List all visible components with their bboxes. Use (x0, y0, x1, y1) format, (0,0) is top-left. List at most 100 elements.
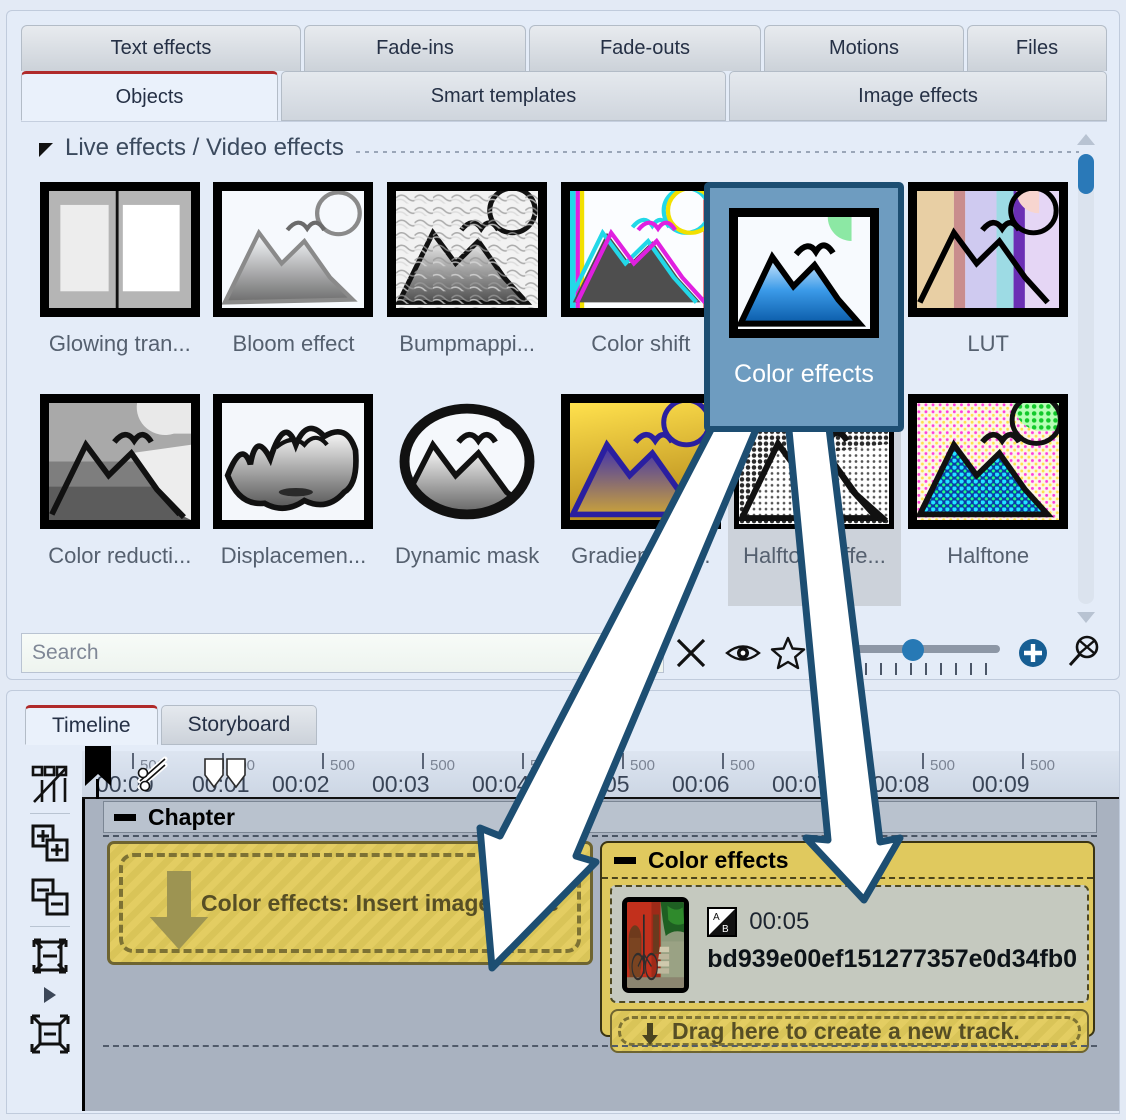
minus-icon[interactable] (114, 813, 136, 821)
tab-fade-ins[interactable]: Fade-ins (304, 25, 526, 71)
effect-thumbnail (560, 394, 721, 529)
timeline-panel: Timeline Storyboard 500 500 500 500 500 … (6, 690, 1120, 1114)
tab-motions[interactable]: Motions (764, 25, 964, 71)
effect-thumbnail (213, 394, 374, 529)
toolbar-divider (30, 926, 70, 927)
app-window: Text effects Fade-ins Fade-outs Motions … (0, 0, 1126, 1120)
ruler-label: 00:04 (472, 771, 530, 797)
effects-panel: Text effects Fade-ins Fade-outs Motions … (6, 10, 1120, 680)
expand-caret-icon[interactable] (44, 987, 56, 1003)
header-divider-dots (355, 151, 1079, 153)
fit-height-icon[interactable] (24, 929, 76, 983)
insert-images-dropzone[interactable]: Color effects: Insert images here (107, 841, 593, 965)
effect-track-title: Color effects (648, 846, 789, 873)
scroll-up-icon[interactable] (1077, 134, 1095, 145)
scroll-down-icon[interactable] (1077, 612, 1095, 623)
down-arrow-icon (146, 868, 212, 957)
effect-tile-lut[interactable]: LUT (901, 182, 1075, 394)
effect-tile-gradient-map[interactable]: Gradient Ma... (554, 394, 728, 606)
tab-objects[interactable]: Objects (21, 71, 278, 121)
section-header[interactable]: Live effects / Video effects (39, 134, 1079, 162)
ruler-subtick-label: 500 (430, 757, 456, 774)
ruler-subtick-label: 500 (1030, 757, 1056, 774)
triangle-collapse-icon[interactable] (39, 143, 53, 157)
timeline-tab-bar: Timeline Storyboard (25, 705, 318, 745)
tab-fade-outs[interactable]: Fade-outs (529, 25, 761, 71)
toolbar-divider (30, 813, 70, 814)
tab-files[interactable]: Files (967, 25, 1107, 71)
effect-tile-color-effects[interactable]: Color effects (728, 182, 902, 394)
effect-track-header[interactable]: Color effects (602, 843, 1093, 879)
tab-image-effects[interactable]: Image effects (729, 71, 1107, 121)
scrollbar-track[interactable] (1078, 154, 1094, 604)
effect-tile-dynamic-mask[interactable]: Dynamic mask (380, 394, 554, 606)
chapter-label: Chapter (148, 803, 235, 830)
effect-thumbnail (387, 182, 548, 317)
zoom-slider[interactable] (850, 633, 1002, 675)
plus-circle-icon[interactable] (1012, 633, 1054, 673)
tab-storyboard[interactable]: Storyboard (160, 705, 318, 745)
clip-metadata: A B 00:05 bd939e00ef151277357e0d34fb0 (707, 897, 1077, 974)
effects-scrollbar[interactable] (1073, 134, 1099, 624)
effect-label: LUT (967, 331, 1009, 356)
effect-tile-displacement[interactable]: Displacemen... (207, 394, 381, 606)
zoom-reset-icon[interactable] (1062, 633, 1107, 673)
ruler-subtick-label: 500 (930, 757, 956, 774)
star-icon[interactable] (765, 633, 812, 673)
tab-smart-templates[interactable]: Smart templates (281, 71, 726, 121)
search-input[interactable]: Search (21, 633, 665, 673)
clip-filename: bd939e00ef151277357e0d34fb0 (707, 945, 1077, 973)
minus-icon[interactable] (614, 856, 636, 864)
search-toolbar: Search (21, 631, 1107, 675)
svg-text:B: B (722, 924, 729, 935)
eye-icon[interactable] (721, 633, 765, 673)
ruler-subtick-label: 500 (530, 757, 556, 774)
tab-label: Smart templates (430, 84, 577, 107)
ruler-label: 00:07 (772, 771, 830, 797)
ruler-subtick-label: 500 (630, 757, 656, 774)
tab-label: Fade-outs (599, 37, 691, 59)
chapter-header[interactable]: Chapter (103, 801, 1097, 833)
effect-tile-color-shift[interactable]: Color shift (554, 182, 728, 394)
in-out-marker-icon[interactable] (203, 757, 249, 794)
effect-tile-bumpmapping[interactable]: Bumpmappi... (380, 182, 554, 394)
tab-text-effects[interactable]: Text effects (21, 25, 301, 71)
clip-duration: 00:05 (749, 908, 810, 935)
effect-tile-halftone-effect[interactable]: Halftone effe... (727, 394, 902, 606)
ruler-label: 00:03 (372, 771, 430, 797)
effect-tile-bloom-effect[interactable]: Bloom effect (207, 182, 381, 394)
add-objects-icon[interactable] (24, 816, 76, 870)
effect-thumbnail (734, 394, 895, 529)
close-x-icon[interactable] (664, 633, 717, 673)
tab-timeline[interactable]: Timeline (25, 705, 158, 745)
tab-label: Objects (115, 85, 184, 108)
slider-track[interactable] (850, 645, 1001, 653)
remove-objects-icon[interactable] (24, 870, 76, 924)
tab-label: Storyboard (187, 713, 291, 736)
effect-thumbnail (560, 182, 721, 317)
timeline-tracks: Chapter Color effects: Insert images her… (82, 799, 1119, 1111)
effects-grid: Glowing tran... Bloom effect Bumpmappi..… (33, 182, 1075, 622)
effect-tile-halftone[interactable]: Halftone (901, 394, 1075, 606)
playhead-marker[interactable] (85, 746, 115, 796)
effect-thumbnail (39, 182, 200, 317)
effect-label: Bumpmappi... (399, 331, 536, 356)
slider-ticks (850, 663, 1001, 675)
fit-all-icon[interactable] (24, 1007, 76, 1061)
effect-thumbnail (734, 182, 895, 317)
slider-knob[interactable] (902, 639, 925, 661)
clip-duration-row: A B 00:05 (707, 907, 1077, 937)
ruler-label: 00:08 (872, 771, 930, 797)
effect-label: Color reducti... (48, 543, 192, 568)
scrollbar-thumb[interactable] (1078, 154, 1094, 194)
tab-label: Text effects (110, 37, 212, 59)
effect-tile-color-reduction[interactable]: Color reducti... (33, 394, 207, 606)
timeline-clip[interactable]: A B 00:05 bd939e00ef151277357e0d34fb0 (610, 885, 1089, 1003)
svg-text:A: A (713, 912, 720, 923)
effect-label: Dynamic mask (395, 543, 540, 568)
cut-marker-icon[interactable] (135, 751, 177, 798)
effect-label: Color effects (752, 331, 877, 356)
effect-thumbnail (39, 394, 200, 529)
effect-tile-glowing-transition[interactable]: Glowing tran... (33, 182, 207, 394)
object-mode-icon[interactable] (24, 757, 76, 811)
